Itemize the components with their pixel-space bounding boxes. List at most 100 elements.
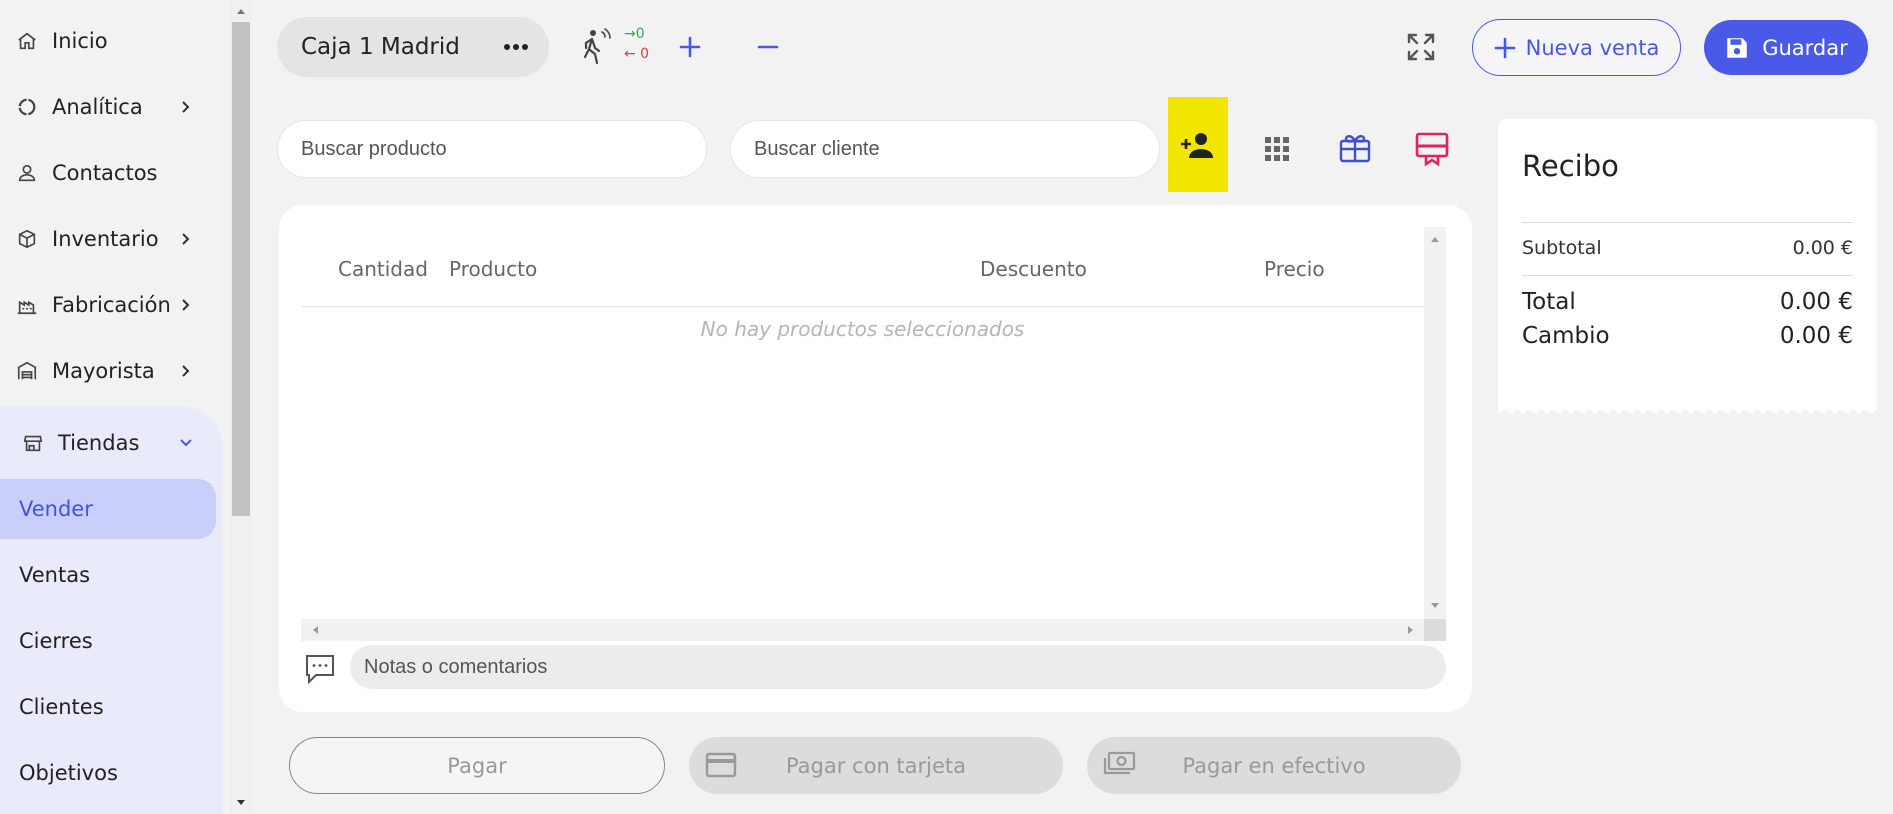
sidebar-item-inicio[interactable]: Inicio xyxy=(0,8,222,74)
receipt-divider xyxy=(1522,275,1853,276)
cash-icon xyxy=(1101,749,1137,781)
sidebar-subitem-label: Clientes xyxy=(19,695,104,719)
gift-card-icon[interactable] xyxy=(1337,131,1373,165)
box-icon xyxy=(14,226,40,252)
credit-card-icon xyxy=(703,749,739,781)
receipt-subtotal-row: Subtotal 0.00 € xyxy=(1522,237,1853,259)
sidebar-item-label: Analítica xyxy=(52,95,143,119)
store-icon xyxy=(20,430,46,456)
column-header-price[interactable]: Precio xyxy=(1264,257,1325,281)
more-options-icon[interactable] xyxy=(501,35,531,59)
sidebar-item-label: Fabricación xyxy=(52,293,171,317)
analytics-icon xyxy=(14,94,40,120)
chevron-right-icon xyxy=(176,97,196,117)
chevron-right-icon xyxy=(176,229,196,249)
increment-traffic-button[interactable] xyxy=(675,32,705,62)
sidebar-item-contactos[interactable]: Contactos xyxy=(0,140,222,206)
new-sale-button[interactable]: Nueva venta xyxy=(1472,19,1681,76)
sidebar-item-analitica[interactable]: Analítica xyxy=(0,74,222,140)
plus-icon xyxy=(1494,37,1516,59)
sidebar-subitem-cierres[interactable]: Cierres xyxy=(0,611,216,671)
sidebar-item-label: Inicio xyxy=(52,29,108,53)
save-button[interactable]: Guardar xyxy=(1704,20,1868,75)
save-label: Guardar xyxy=(1762,35,1848,60)
table-vertical-scrollbar[interactable] xyxy=(1424,227,1446,619)
traffic-in-count: →0 xyxy=(624,26,645,42)
receipt-panel: Recibo Subtotal 0.00 € Total 0.00 € Camb… xyxy=(1498,119,1877,409)
sidebar-subitem-label: Vender xyxy=(19,497,93,521)
table-header: Cantidad Producto Descuento Precio xyxy=(301,227,1424,307)
register-name: Caja 1 Madrid xyxy=(301,34,460,60)
traffic-out-count: ← 0 xyxy=(624,46,650,62)
pay-button[interactable]: Pagar xyxy=(289,737,665,794)
add-client-button[interactable] xyxy=(1168,97,1228,192)
scroll-down-arrow-icon[interactable] xyxy=(230,794,252,812)
column-header-quantity[interactable]: Cantidad xyxy=(338,257,428,281)
pay-label: Pagar xyxy=(447,753,507,778)
sidebar-subitem-label: Objetivos xyxy=(19,761,118,785)
product-grid-icon[interactable] xyxy=(1262,134,1292,164)
scroll-up-arrow-icon[interactable] xyxy=(1424,231,1446,247)
product-table-card: Cantidad Producto Descuento Precio No ha… xyxy=(279,205,1472,712)
store-traffic-counter: →0 ← 0 xyxy=(578,24,654,70)
sidebar-subitem-vender[interactable]: Vender xyxy=(0,479,216,539)
sidebar-item-label: Contactos xyxy=(52,161,158,185)
receipt-title: Recibo xyxy=(1522,149,1619,183)
floppy-disk-icon xyxy=(1724,35,1750,61)
sidebar-item-inventario[interactable]: Inventario xyxy=(0,206,222,272)
scrollbar-thumb[interactable] xyxy=(232,22,250,516)
chevron-down-icon xyxy=(176,433,196,453)
sidebar-subitem-label: Ventas xyxy=(19,563,91,587)
sidebar-subitem-objetivos[interactable]: Objetivos xyxy=(0,743,216,803)
sidebar-item-tiendas[interactable]: Tiendas xyxy=(0,410,222,476)
scroll-left-arrow-icon[interactable] xyxy=(307,619,323,641)
chevron-right-icon xyxy=(176,361,196,381)
total-value: 0.00 € xyxy=(1779,289,1853,315)
chevron-right-icon xyxy=(176,295,196,315)
total-label: Total xyxy=(1522,289,1576,315)
scroll-up-arrow-icon[interactable] xyxy=(230,2,252,20)
pay-cash-button[interactable]: Pagar en efectivo xyxy=(1087,737,1461,794)
register-selector[interactable]: Caja 1 Madrid xyxy=(277,17,549,77)
sidebar-item-label: Tiendas xyxy=(58,431,140,455)
decrement-traffic-button[interactable] xyxy=(753,32,783,62)
fullscreen-icon[interactable] xyxy=(1405,31,1437,63)
column-header-product[interactable]: Producto xyxy=(449,257,537,281)
scroll-right-arrow-icon[interactable] xyxy=(1402,619,1418,641)
home-icon xyxy=(14,28,40,54)
change-value: 0.00 € xyxy=(1779,323,1853,349)
sidebar-scrollbar[interactable] xyxy=(230,0,252,814)
receipt-torn-edge xyxy=(1498,401,1877,414)
person-add-icon xyxy=(1180,130,1216,160)
sidebar-item-label: Inventario xyxy=(52,227,159,251)
sidebar-item-mayorista[interactable]: Mayorista xyxy=(0,338,222,404)
sidebar: Inicio Analítica Contactos Inventario Fa… xyxy=(0,0,222,814)
column-header-discount[interactable]: Descuento xyxy=(980,257,1087,281)
empty-table-message: No hay productos seleccionados xyxy=(700,317,1025,341)
pay-card-button[interactable]: Pagar con tarjeta xyxy=(689,737,1063,794)
scroll-down-arrow-icon[interactable] xyxy=(1424,597,1446,613)
sidebar-subitem-label: Cierres xyxy=(19,629,93,653)
factory-icon xyxy=(14,292,40,318)
receipt-total-row: Total 0.00 € xyxy=(1522,289,1853,315)
client-search-input[interactable] xyxy=(730,120,1160,178)
sidebar-subitem-clientes[interactable]: Clientes xyxy=(0,677,216,737)
subtotal-value: 0.00 € xyxy=(1792,237,1853,259)
notes-input[interactable] xyxy=(350,645,1446,689)
scrollbar-corner xyxy=(1424,619,1446,641)
sidebar-group-tiendas: Tiendas Vender Ventas Cierres Clientes O… xyxy=(0,407,222,814)
comment-icon xyxy=(302,651,338,687)
subtotal-label: Subtotal xyxy=(1522,237,1602,259)
walking-person-icon xyxy=(578,28,614,70)
change-label: Cambio xyxy=(1522,323,1610,349)
receipt-change-row: Cambio 0.00 € xyxy=(1522,323,1853,349)
receipt-divider xyxy=(1522,222,1853,223)
loyalty-card-icon[interactable] xyxy=(1414,131,1450,167)
sidebar-item-fabricacion[interactable]: Fabricación xyxy=(0,272,222,338)
sidebar-subitem-ventas[interactable]: Ventas xyxy=(0,545,216,605)
table-horizontal-scrollbar[interactable] xyxy=(301,619,1424,641)
product-search-input[interactable] xyxy=(277,120,707,178)
person-icon xyxy=(14,160,40,186)
pay-cash-label: Pagar en efectivo xyxy=(1182,753,1366,778)
new-sale-label: Nueva venta xyxy=(1525,35,1660,60)
